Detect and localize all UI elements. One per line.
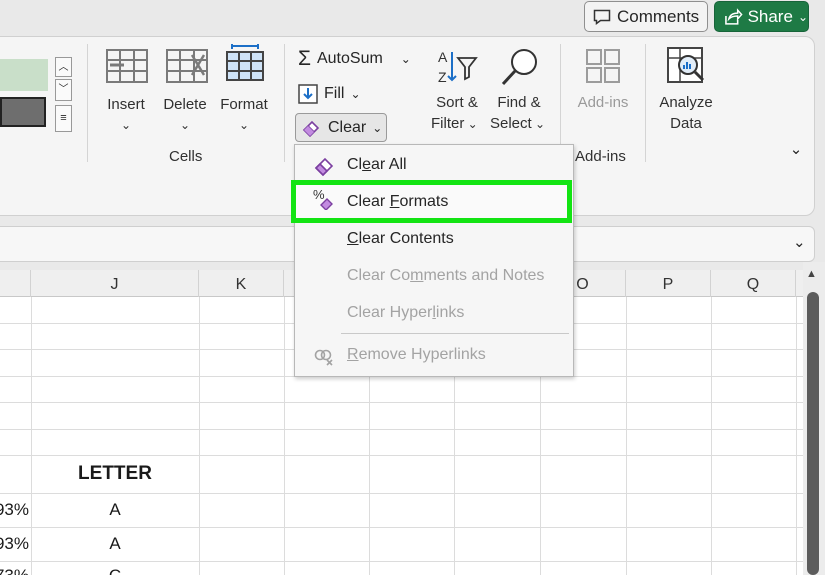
column-gridline (199, 297, 200, 575)
delete-cells-icon (166, 49, 208, 83)
insert-cells-icon (106, 49, 148, 83)
cells-group-label: Cells (169, 148, 203, 165)
chevron-down-icon: ⌄ (120, 118, 132, 132)
fill-button[interactable]: Fill ⌄ (298, 82, 368, 106)
comments-button[interactable]: Comments (584, 1, 708, 32)
fill-label: Fill (324, 85, 345, 102)
share-label: Share (747, 6, 793, 26)
gallery-dark-style[interactable] (0, 97, 46, 127)
eraser-icon (302, 120, 320, 137)
addins-button-label: Add-ins (577, 94, 629, 111)
clear-label: Clear (328, 118, 367, 136)
menu-item-clear-comments-notes[interactable]: Clear Comments and Notes (295, 258, 573, 294)
remove-link-icon (314, 349, 333, 366)
clear-contents-label: Clear Contents (347, 230, 454, 247)
clear-formats-highlight-box (291, 180, 572, 223)
addins-group-label: Add-ins (575, 148, 626, 165)
letter-cell[interactable]: C (31, 566, 199, 575)
column-gridline (284, 297, 285, 575)
gallery-more[interactable]: ≡ (55, 105, 72, 132)
svg-text:Z: Z (438, 69, 447, 85)
clear-button[interactable]: Clear ⌄ (295, 113, 387, 142)
find-select-label-2-row: Select ⌄ (490, 115, 545, 132)
sort-filter-icon: AZ (438, 49, 478, 85)
expand-formula-bar-button[interactable]: ⌄ (793, 233, 806, 251)
remove-hyperlinks-label: Remove Hyperlinks (347, 346, 486, 363)
letter-cell[interactable]: A (31, 500, 199, 520)
ribbon-separator (87, 44, 88, 162)
eraser-icon (314, 157, 334, 177)
comments-label: Comments (617, 6, 700, 26)
chevron-down-icon: ⌄ (797, 9, 808, 24)
cell-styles-gallery[interactable] (0, 59, 48, 91)
analyze-data-icon (667, 47, 705, 83)
fill-down-icon (298, 84, 318, 104)
column-gridline (796, 297, 797, 575)
column-gridline (711, 297, 712, 575)
gallery-scroll-up[interactable]: ︿ (55, 57, 72, 77)
collapse-ribbon-button[interactable]: ⌄ (786, 140, 806, 160)
sort-filter-label-1: Sort & (436, 94, 478, 111)
row-gridline (0, 455, 803, 456)
gallery-scroll-down[interactable]: ﹀ (55, 79, 72, 101)
sigma-icon: Σ (298, 47, 311, 70)
row-gridline (0, 402, 803, 403)
menu-item-clear-hyperlinks[interactable]: Clear Hyperlinks (295, 295, 573, 331)
percent-cell[interactable]: 93% (0, 500, 29, 520)
clear-comments-label: Clear Comments and Notes (347, 267, 545, 284)
excel-window: Comments Share ⌄ ︿ ﹀ ≡ Insert ⌄ Delete ⌄… (0, 0, 825, 575)
find-select-label-1: Find & (497, 94, 541, 111)
percent-cell[interactable]: 93% (0, 534, 29, 554)
row-gridline (0, 493, 803, 494)
menu-item-clear-contents[interactable]: Clear Contents (295, 221, 573, 257)
column-gridline (626, 297, 627, 575)
scroll-up-arrow-icon[interactable]: ▲ (806, 268, 817, 280)
svg-text:A: A (438, 49, 448, 65)
column-header-q[interactable]: Q (711, 270, 796, 297)
menu-divider (341, 333, 569, 334)
column-header-p[interactable]: P (626, 270, 711, 297)
sort-filter-label-2: Filter (431, 115, 465, 132)
magnifier-icon (501, 49, 537, 86)
letter-cell[interactable]: A (31, 534, 199, 554)
format-cells-icon (226, 44, 264, 81)
row-gridline (0, 527, 803, 528)
ribbon-separator (284, 44, 285, 162)
row-gridline (0, 429, 803, 430)
ribbon-separator (645, 44, 646, 162)
menu-item-remove-hyperlinks[interactable]: Remove Hyperlinks (295, 337, 573, 373)
insert-label: Insert (107, 96, 145, 113)
menu-item-clear-all[interactable]: Clear All (295, 147, 573, 183)
comment-icon (593, 9, 611, 25)
sort-filter-label-2-row: Filter ⌄ (431, 115, 478, 132)
row-gridline (0, 561, 803, 562)
chevron-down-icon: ⌄ (350, 87, 361, 101)
chevron-down-icon: ⌄ (531, 117, 546, 131)
autosum-label: AutoSum (316, 50, 383, 67)
autosum-button[interactable]: Σ AutoSum ⌄ (298, 47, 422, 71)
analyze-label-1: Analyze (659, 94, 713, 111)
share-icon (725, 7, 743, 25)
clear-dropdown-menu: Clear All % Clear Formats Clear Contents… (294, 144, 574, 377)
column-header (0, 270, 31, 297)
share-button[interactable]: Share ⌄ (714, 1, 809, 32)
clear-all-label: Clear All (347, 156, 407, 173)
chevron-down-icon: ⌄ (372, 120, 383, 135)
chevron-down-icon: ⌄ (238, 118, 250, 132)
column-header-j[interactable]: J (31, 270, 199, 297)
percent-cell[interactable]: 73% (0, 566, 29, 575)
chevron-down-icon: ⌄ (464, 117, 478, 131)
analyze-label-2: Data (670, 115, 702, 132)
format-label: Format (220, 96, 268, 113)
chevron-down-icon: ⌄ (179, 118, 191, 132)
clear-hyperlinks-label: Clear Hyperlinks (347, 304, 465, 321)
addins-grid-icon (586, 49, 620, 83)
delete-label: Delete (163, 96, 207, 113)
find-select-label-2: Select (490, 115, 532, 132)
scrollbar-thumb[interactable] (807, 292, 819, 575)
column-header-k[interactable]: K (199, 270, 284, 297)
chevron-down-icon: ⌄ (400, 52, 411, 66)
letter-header-cell[interactable]: LETTER (31, 463, 199, 485)
